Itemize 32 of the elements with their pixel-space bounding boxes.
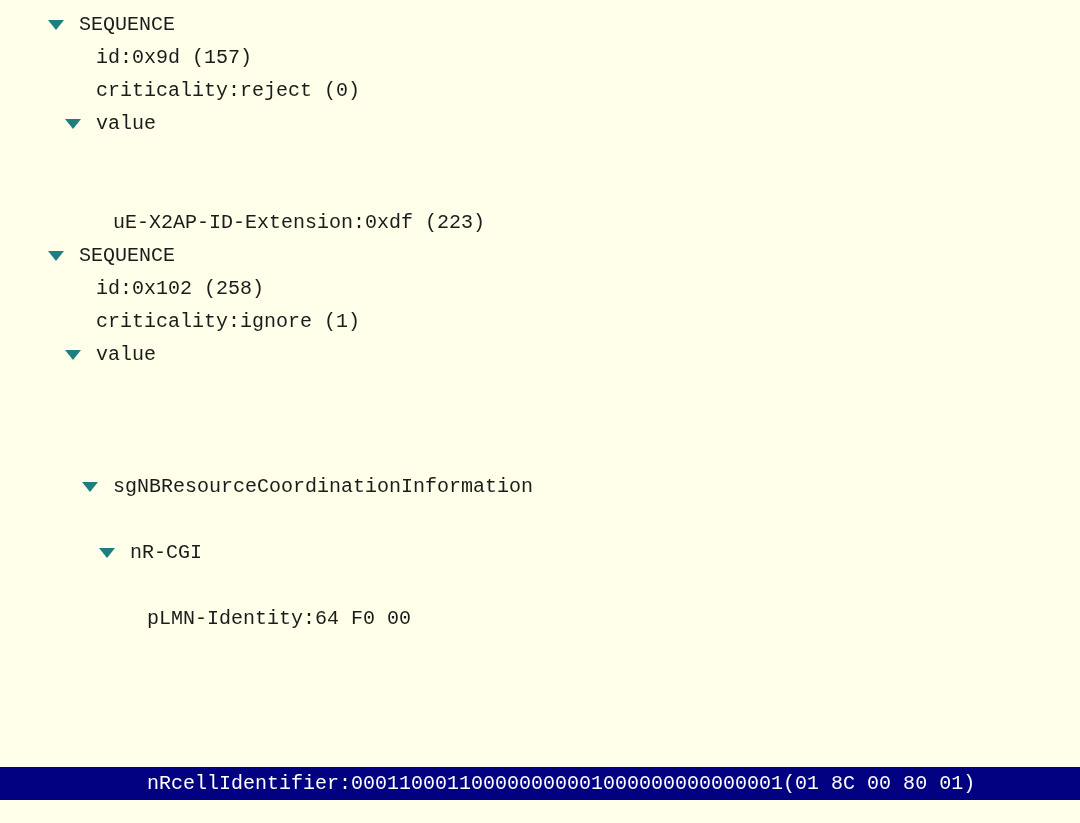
node-label: value (96, 110, 156, 137)
expanded-triangle-icon[interactable] (48, 19, 64, 30)
expanded-triangle-icon[interactable] (82, 481, 98, 492)
node-label: id:0x102 (258) (96, 275, 265, 302)
node-label: criticality:reject (0) (96, 77, 361, 104)
tree-row[interactable]: sgNBResourceCoordinationInformation (0, 470, 1080, 503)
node-label: uE-X2AP-ID-Extension:0xdf (223) (113, 209, 486, 236)
expanded-triangle-icon[interactable] (48, 250, 64, 261)
tree-row[interactable]: id:0x9d (157) (0, 41, 1080, 74)
node-label: nRcellIdentifier:000110001100000000001000000000000001(01 8C 00 80 01) (147, 770, 976, 797)
tree-row[interactable]: criticality:reject (0) (0, 74, 1080, 107)
expanded-triangle-icon[interactable] (65, 349, 81, 360)
node-label: criticality:ignore (1) (96, 308, 361, 335)
tree-row[interactable]: SEQUENCE (0, 8, 1080, 41)
node-label: sgNBResourceCoordinationInformation (113, 473, 534, 500)
tree-row[interactable]: nRcellIdentifier:000110001100000000001000000000000001(01 8C 00 80 01) (0, 767, 1080, 800)
node-label: value (96, 341, 156, 368)
expanded-triangle-icon[interactable] (99, 547, 115, 558)
tree-row[interactable]: uE-X2AP-ID-Extension:0xdf (223) (0, 206, 1080, 239)
tree-row[interactable]: SEQUENCE (0, 239, 1080, 272)
node-label: pLMN-Identity:64 F0 00 (147, 605, 412, 632)
tree-row[interactable]: pLMN-Identity:64 F0 00 (0, 602, 1080, 635)
tree-row[interactable]: id:0x102 (258) (0, 272, 1080, 305)
tree-row[interactable]: value (0, 338, 1080, 371)
tree-row[interactable]: nR-CGI (0, 536, 1080, 569)
tree-row[interactable]: value (0, 107, 1080, 140)
node-label: nR-CGI (130, 539, 202, 566)
tree-row[interactable]: criticality:ignore (1) (0, 305, 1080, 338)
node-label: SEQUENCE (79, 11, 175, 38)
expanded-triangle-icon[interactable] (65, 118, 81, 129)
node-label: SEQUENCE (79, 242, 175, 269)
node-label: id:0x9d (157) (96, 44, 253, 71)
